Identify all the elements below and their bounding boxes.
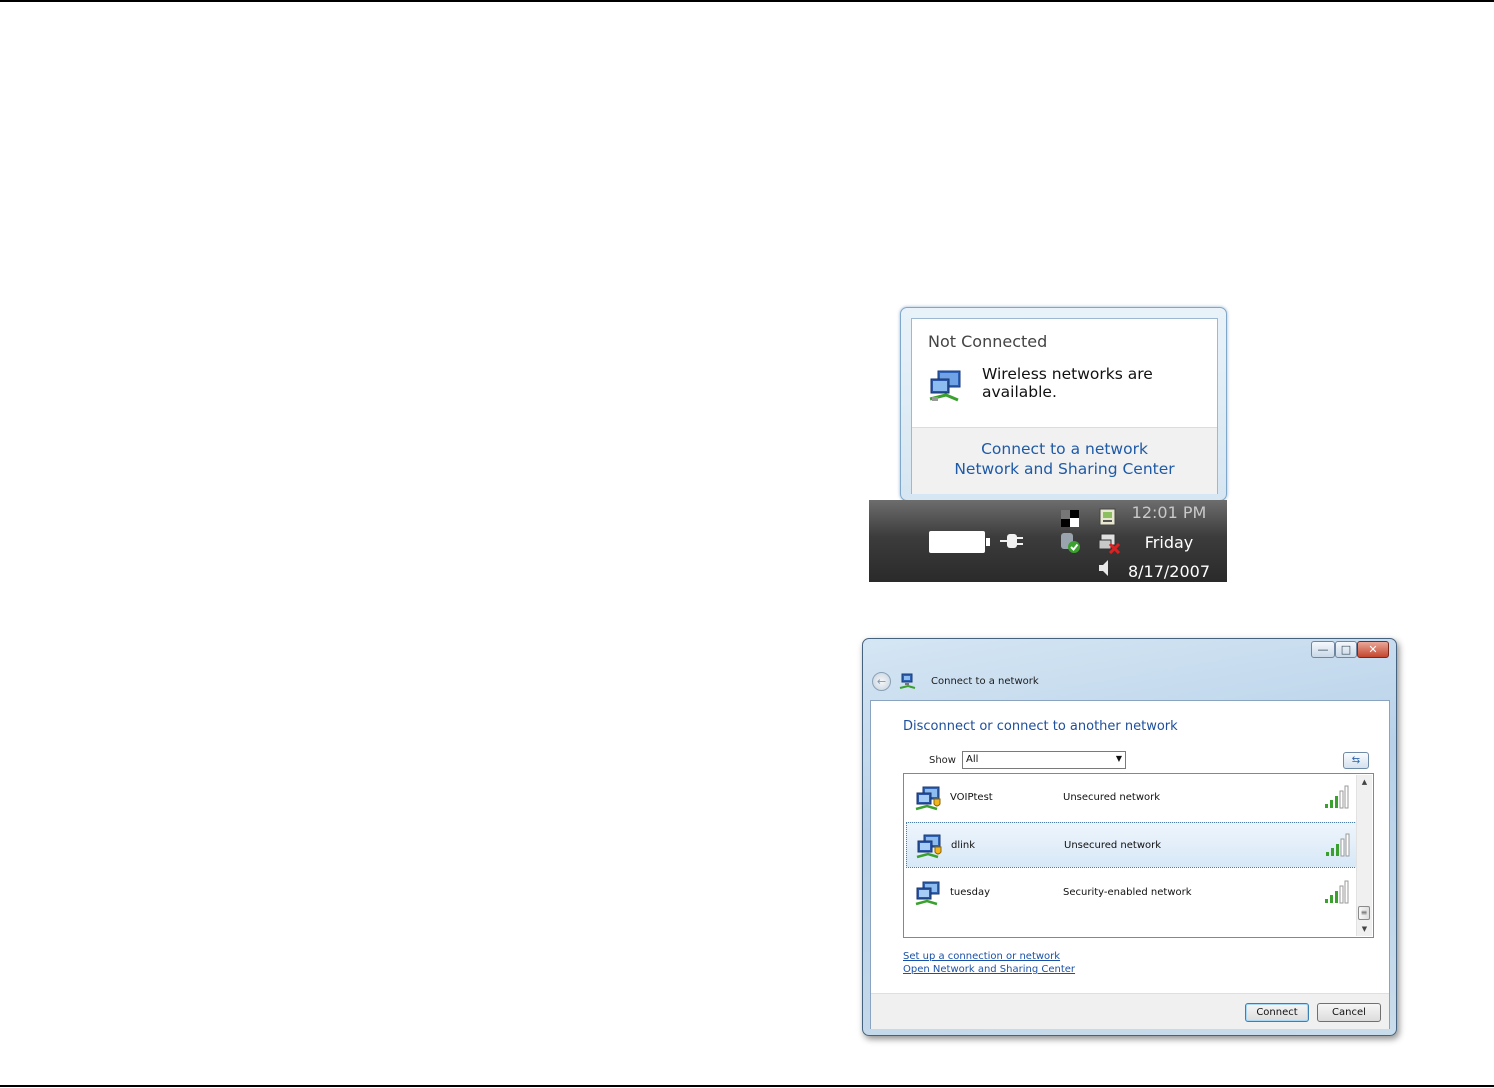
balloon-footer: Connect to a network Network and Sharing… xyxy=(912,427,1217,494)
network-name: VOIPtest xyxy=(950,792,993,803)
bottom-rule xyxy=(0,1085,1494,1087)
network-disconnected-icon[interactable] xyxy=(1097,532,1121,554)
network-sharing-center-link[interactable]: Network and Sharing Center xyxy=(912,460,1217,478)
network-security: Unsecured network xyxy=(1064,840,1162,851)
unsecured-network-icon xyxy=(915,786,941,811)
show-label: Show xyxy=(929,755,956,766)
window-title: Connect to a network xyxy=(931,676,1039,687)
dialog-footer: Connect Cancel xyxy=(871,993,1389,1029)
signal-strength-icon xyxy=(1326,833,1350,857)
minimize-button[interactable]: — xyxy=(1311,641,1335,658)
secured-network-icon xyxy=(915,881,940,906)
network-row-dlink[interactable]: dlink Unsecured network xyxy=(906,822,1357,868)
main-heading: Disconnect or connect to another network xyxy=(903,719,1178,734)
network-list-scrollbar[interactable]: ▲ ≡ ▼ xyxy=(1356,775,1372,936)
back-arrow-icon: ← xyxy=(876,675,887,688)
network-name: tuesday xyxy=(950,887,991,898)
security-shield-icon[interactable] xyxy=(1059,532,1083,554)
setup-connection-link[interactable]: Set up a connection or network xyxy=(903,951,1060,962)
dialog-content: Disconnect or connect to another network… xyxy=(870,700,1390,1029)
cancel-button[interactable]: Cancel xyxy=(1317,1003,1381,1022)
back-button[interactable]: ← xyxy=(872,672,891,691)
signal-strength-icon xyxy=(1325,880,1349,904)
maximize-icon: □ xyxy=(1340,643,1352,656)
connect-button[interactable]: Connect xyxy=(1245,1003,1309,1022)
network-list: VOIPtest Unsecured network dlink Unsecur… xyxy=(903,773,1374,938)
refresh-button[interactable]: ⇆ xyxy=(1343,752,1369,769)
network-security: Unsecured network xyxy=(1063,792,1161,803)
scroll-up-icon[interactable]: ▲ xyxy=(1357,778,1372,786)
balloon-title: Not Connected xyxy=(928,332,1048,351)
network-row-voiptest[interactable]: VOIPtest Unsecured network xyxy=(906,775,1357,821)
dropdown-arrow-icon: ▼ xyxy=(1115,754,1122,763)
battery-icon[interactable] xyxy=(929,531,990,553)
power-plug-icon[interactable] xyxy=(997,528,1025,554)
close-button[interactable]: ✕ xyxy=(1357,641,1389,658)
scroll-down-icon[interactable]: ▼ xyxy=(1357,925,1372,933)
grip-icon: ≡ xyxy=(1360,908,1368,917)
notification-balloon: Not Connected Wireless networks are avai… xyxy=(900,307,1227,501)
clock-day[interactable]: Friday xyxy=(1124,533,1214,552)
close-icon: ✕ xyxy=(1368,643,1378,656)
wireless-network-icon xyxy=(929,370,961,402)
connect-to-network-window: — □ ✕ ← Connect to a network Disconnect … xyxy=(862,638,1397,1036)
network-row-tuesday[interactable]: tuesday Security-enabled network xyxy=(906,870,1357,916)
signal-strength-icon xyxy=(1325,785,1349,809)
connect-to-network-link[interactable]: Connect to a network xyxy=(912,440,1217,458)
network-wizard-icon xyxy=(899,673,916,689)
balloon-content: Not Connected Wireless networks are avai… xyxy=(911,318,1218,494)
show-filter-dropdown[interactable]: All ▼ xyxy=(962,751,1126,769)
show-filter-value: All xyxy=(966,754,979,765)
device-icon[interactable] xyxy=(1097,506,1119,528)
maximize-button[interactable]: □ xyxy=(1335,641,1357,658)
taskbar-tray: 12:01 PM Friday 8/17/2007 xyxy=(869,500,1227,582)
checker-icon[interactable] xyxy=(1059,508,1081,528)
network-name: dlink xyxy=(951,840,976,851)
unsecured-network-icon xyxy=(916,834,942,859)
open-sharing-center-link[interactable]: Open Network and Sharing Center xyxy=(903,964,1075,975)
scroll-thumb[interactable]: ≡ xyxy=(1358,906,1370,920)
volume-icon[interactable] xyxy=(1097,558,1111,578)
balloon-message: Wireless networks are available. xyxy=(982,365,1153,401)
top-rule xyxy=(0,0,1494,2)
clock-date[interactable]: 8/17/2007 xyxy=(1124,562,1214,581)
refresh-icon: ⇆ xyxy=(1351,755,1361,766)
minimize-icon: — xyxy=(1317,643,1329,656)
caption-buttons: — □ ✕ xyxy=(1311,641,1389,659)
clock-time[interactable]: 12:01 PM xyxy=(1124,503,1214,522)
network-security: Security-enabled network xyxy=(1063,887,1192,898)
